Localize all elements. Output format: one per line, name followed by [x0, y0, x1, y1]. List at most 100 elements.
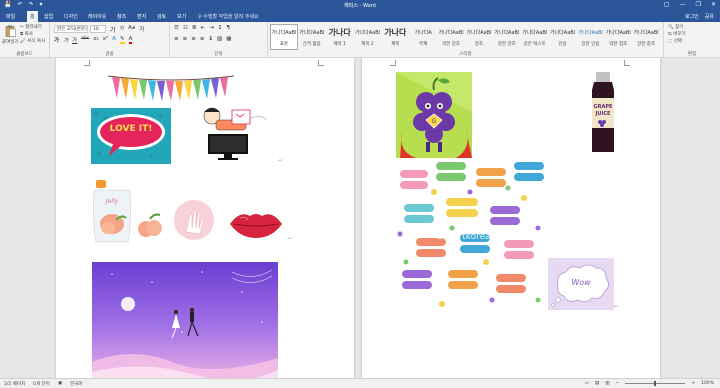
bold-button[interactable]: 가	[54, 36, 59, 44]
change-case-button[interactable]: Aa	[128, 25, 135, 34]
grape-hero-image[interactable]: G	[396, 72, 472, 158]
nail-hand-image[interactable]	[172, 198, 216, 242]
document-area[interactable]: LOVE IT! ↵ Jelly ↵ G GRAPE JUICE Clipart…	[0, 58, 720, 378]
show-marks-icon[interactable]: ¶	[226, 25, 230, 31]
font-size-dropdown[interactable]: 10	[90, 25, 106, 33]
style-item[interactable]: 가나다AaBl 강조	[465, 24, 493, 50]
copy-button[interactable]: ⧉ 복사	[20, 31, 33, 37]
style-item[interactable]: 가나다AaBl 약한 참조	[604, 24, 632, 50]
close-button[interactable]: ✕	[711, 1, 716, 8]
read-mode-icon[interactable]: ▭	[585, 381, 589, 386]
paste-button[interactable]: 붙여넣기	[2, 39, 19, 45]
clear-formatting-button[interactable]: 가	[139, 25, 144, 34]
multilevel-list-icon[interactable]: ≣	[192, 25, 197, 31]
replace-button[interactable]: ⇆ 바꾸기	[668, 31, 686, 37]
grow-font-button[interactable]: 가	[110, 25, 116, 34]
style-item[interactable]: 가나다AaBl 강한 인용	[576, 24, 604, 50]
align-right-icon[interactable]: ≡	[191, 36, 196, 42]
paste-icon[interactable]	[4, 24, 16, 37]
subscript-button[interactable]: x₂	[93, 36, 98, 44]
style-item[interactable]: 가나다AaBl 강한 강조	[493, 24, 521, 50]
format-painter-button[interactable]: 🖌 서식 복사	[20, 38, 45, 44]
grape-juice-bottle-image[interactable]: GRAPE JUICE	[586, 72, 620, 154]
style-item[interactable]: 가나다 제목 1	[326, 24, 354, 50]
line-spacing-icon[interactable]: ↨	[208, 36, 213, 42]
lips-image[interactable]	[226, 206, 286, 242]
text-effects-icon[interactable]: A	[112, 36, 116, 44]
page-2[interactable]: G GRAPE JUICE Clipartkorea Wow ↵	[362, 58, 660, 378]
tab-mailings[interactable]: 편지	[137, 13, 146, 20]
highlight-color-icon[interactable]: ✎	[119, 36, 125, 44]
zoom-level[interactable]: 100%	[701, 381, 714, 386]
sort-icon[interactable]: ↕	[218, 25, 223, 31]
style-preview: 가나다AaBl	[271, 30, 297, 36]
tell-me-search[interactable]: ♀ 수행할 작업을 알려 주세요	[198, 13, 259, 20]
sign-in-link[interactable]: 로그인	[685, 13, 699, 20]
speech-bubble-image[interactable]: Wow	[548, 258, 614, 310]
tab-references[interactable]: 참조	[117, 13, 126, 20]
tab-layout[interactable]: 레이아웃	[88, 13, 106, 20]
decrease-indent-icon[interactable]: ⇤	[200, 25, 205, 31]
style-item[interactable]: 가나다AaBl 간격 없음	[298, 24, 326, 50]
proofing-icon[interactable]: ▣	[58, 381, 62, 387]
restore-button[interactable]: ❐	[696, 1, 701, 8]
macarons-image[interactable]: Clipartkorea	[396, 158, 548, 310]
tab-design[interactable]: 디자인	[64, 13, 78, 20]
style-item[interactable]: 가나다A 부제	[409, 24, 437, 50]
cartoon-monitor-image[interactable]	[196, 102, 268, 164]
style-item[interactable]: 가나다AaBl 표준	[270, 24, 298, 50]
share-button[interactable]: 공유	[705, 13, 714, 20]
paragraph-mark: ↵	[278, 158, 283, 164]
strikethrough-button[interactable]: abc	[81, 36, 89, 44]
zoom-in-button[interactable]: +	[691, 381, 695, 386]
minimize-button[interactable]: —	[680, 1, 686, 8]
shading-icon[interactable]: ▨	[217, 36, 222, 42]
crop-mark	[84, 60, 90, 66]
tab-file[interactable]: 파일	[6, 13, 15, 20]
word-count[interactable]: 0개 단어	[33, 381, 50, 387]
style-item[interactable]: 가나다AaBl 강한 참조	[632, 24, 660, 50]
style-item[interactable]: 가나다AaBl 약한 강조	[437, 24, 465, 50]
zoom-slider[interactable]	[625, 381, 686, 386]
bullets-icon[interactable]: ☰	[174, 25, 179, 31]
ribbon-display-options-icon[interactable]: ▢	[664, 1, 670, 8]
font-color-icon[interactable]: A	[128, 36, 133, 44]
tab-insert[interactable]: 삽입	[44, 13, 53, 20]
underline-button[interactable]: 가	[72, 36, 77, 44]
ribbon-home: 붙여넣기 ✂ 잘라내기 ⧉ 복사 🖌 서식 복사 클립보드 맑은 고딕(본문) …	[0, 22, 720, 58]
jelly-pouch-image[interactable]: Jelly	[92, 178, 132, 244]
tab-review[interactable]: 검토	[157, 13, 166, 20]
tab-view[interactable]: 보기	[177, 13, 186, 20]
increase-indent-icon[interactable]: ⇥	[209, 25, 214, 31]
font-name-dropdown[interactable]: 맑은 고딕(본문)	[54, 25, 88, 33]
align-left-icon[interactable]: ≡	[174, 36, 179, 42]
page-count[interactable]: 2/2 페이지	[4, 381, 25, 387]
format-painter-label: 서식 복사	[27, 39, 46, 44]
shrink-font-button[interactable]: 가	[120, 25, 125, 34]
language-indicator[interactable]: 한국어	[70, 381, 82, 387]
zoom-slider-thumb[interactable]	[654, 381, 657, 386]
italic-button[interactable]: 가	[63, 36, 68, 44]
borders-icon[interactable]: ▦	[226, 36, 231, 42]
superscript-button[interactable]: x²	[103, 36, 108, 44]
numbering-icon[interactable]: ☷	[183, 25, 188, 31]
style-preview: 가나다AaBl	[466, 30, 492, 36]
select-button[interactable]: ⬚ 선택	[668, 38, 682, 44]
love-it-image[interactable]: LOVE IT!	[91, 108, 171, 164]
style-item[interactable]: 가나다AaBl 굵은 텍스트	[521, 24, 549, 50]
style-item[interactable]: 가나다AaBl 인용	[549, 24, 577, 50]
tab-home[interactable]: 홈	[27, 11, 38, 22]
page-1[interactable]: LOVE IT! ↵ Jelly ↵	[56, 58, 354, 378]
justify-icon[interactable]: ≡	[200, 36, 205, 42]
find-button[interactable]: 🔍 찾기	[668, 24, 683, 30]
style-item[interactable]: 가나다 제목	[381, 24, 409, 50]
peach-image[interactable]	[136, 213, 164, 239]
dancing-couple-image[interactable]	[92, 262, 278, 378]
web-layout-icon[interactable]: ▥	[605, 381, 609, 386]
bunting-image[interactable]	[106, 72, 236, 104]
cut-button[interactable]: ✂ 잘라내기	[20, 24, 42, 30]
print-layout-icon[interactable]: ▤	[595, 381, 599, 386]
style-item[interactable]: 가나다AaBl 제목 2	[354, 24, 382, 50]
zoom-out-button[interactable]: −	[616, 381, 620, 386]
align-center-icon[interactable]: ≡	[183, 36, 188, 42]
